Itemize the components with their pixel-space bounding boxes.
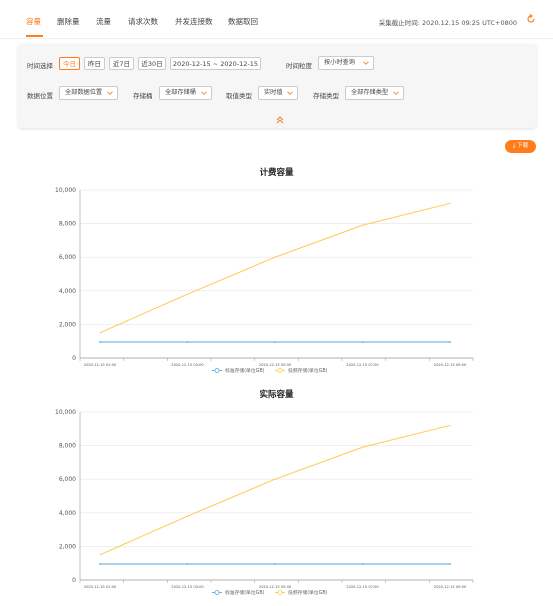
tab-traffic[interactable]: 流量 — [96, 16, 111, 27]
x-tick-label: 2020-12-15 05:00 — [259, 585, 292, 589]
standard-storage-point — [361, 563, 364, 565]
standard-storage-point — [274, 341, 276, 343]
bucket-select[interactable]: 全部存储桶 — [159, 86, 212, 100]
billing-capacity-chart: 0 2,000 4,000 6,000 8,000 10,000 2020-12-15 01… — [55, 187, 474, 374]
yesterday-button[interactable]: 昨日 — [84, 57, 105, 70]
today-button[interactable]: 今日 — [59, 57, 80, 70]
collapse-up-icon[interactable] — [275, 115, 285, 125]
granularity-label: 时间粒度 — [286, 62, 312, 70]
location-value: 全部数据位置 — [65, 89, 103, 96]
standard-storage-point — [99, 341, 101, 343]
time-select-label: 时间选择 — [27, 62, 53, 70]
y-tick-label: 4,000 — [59, 510, 76, 517]
y-tick-label: 8,000 — [59, 443, 76, 450]
standard-storage-legend-label: 标准存储(单位GB) — [225, 367, 265, 374]
x-tick-label: 2020-12-15 01:00 — [84, 585, 117, 589]
chevron-down-icon — [201, 91, 207, 95]
tab-bar: 容量 删除量 流量 请求次数 并发连接数 数据取回 采集截止时间: 2020.1… — [0, 0, 553, 39]
granularity-select[interactable]: 按小时查询 — [318, 56, 374, 70]
bucket-value: 全部存储桶 — [165, 89, 196, 96]
low-frequency-storage-point — [187, 515, 188, 517]
tab-requests[interactable]: 请求次数 — [128, 16, 158, 27]
storage-type-value: 全部存储类型 — [351, 89, 389, 96]
bucket-label: 存储桶 — [133, 92, 153, 100]
x-tick-label: 2020-12-15 03:00 — [171, 585, 204, 589]
x-tick-label: 2020-12-15 09:00 — [434, 585, 467, 589]
storage-type-select[interactable]: 全部存储类型 — [345, 86, 404, 100]
low-frequency-storage-point — [99, 554, 101, 556]
location-select[interactable]: 全部数据位置 — [59, 86, 118, 100]
chevron-down-icon — [393, 91, 399, 95]
low-frequency-storage-point — [449, 424, 451, 426]
x-tick-label: 2020-12-15 05:00 — [259, 363, 292, 367]
y-tick-label: 0 — [72, 355, 76, 362]
y-tick-label: 2,000 — [59, 321, 76, 328]
low-frequency-storage-point — [274, 256, 276, 258]
low-frequency-storage-point — [449, 202, 451, 204]
collection-deadline: 采集截止时间: 2020.12.15 09:25 UTC+0800 — [378, 19, 517, 27]
y-tick-label: 6,000 — [59, 254, 76, 261]
tab-retrieval[interactable]: 数据取回 — [228, 16, 258, 27]
chevron-down-icon — [107, 91, 113, 95]
tab-capacity[interactable]: 容量 — [26, 16, 41, 27]
low-frequency-storage-point — [274, 478, 276, 480]
standard-storage-point — [449, 341, 451, 343]
date-range-picker[interactable]: 2020-12-15 ~ 2020-12-15 — [170, 57, 261, 70]
value-type-select[interactable]: 实时值 — [258, 86, 298, 100]
standard-storage-legend-label: 标准存储(单位GB) — [225, 589, 265, 596]
actual-capacity-chart: 0 2,000 4,000 6,000 8,000 10,000 2020-12-15 01… — [55, 409, 474, 596]
low-frequency-storage-legend-marker — [277, 368, 283, 373]
x-tick-label: 2020-12-15 01:00 — [84, 363, 117, 367]
standard-storage-point — [186, 563, 189, 565]
low-frequency-storage-point — [99, 332, 101, 334]
low-frequency-storage-legend-label: 低频存储(单位GB) — [288, 589, 328, 596]
y-tick-label: 8,000 — [59, 221, 76, 228]
chevron-down-icon — [363, 61, 369, 65]
last-30-days-button[interactable]: 近30日 — [138, 57, 166, 70]
low-frequency-storage-legend-label: 低频存储(单位GB) — [288, 367, 328, 374]
download-label: 下载 — [517, 143, 529, 149]
refresh-icon[interactable] — [526, 14, 536, 24]
tab-concurrent[interactable]: 并发连接数 — [175, 16, 213, 27]
download-button[interactable]: ⤓ 下载 — [505, 140, 536, 153]
active-tab-indicator — [26, 35, 43, 37]
low-frequency-storage-point — [362, 446, 363, 448]
x-tick-label: 2020-12-15 09:00 — [434, 363, 467, 367]
y-tick-label: 0 — [72, 577, 76, 584]
last-7-days-button[interactable]: 近7日 — [109, 57, 134, 70]
low-frequency-storage-series-line — [99, 202, 451, 334]
standard-storage-point — [99, 563, 101, 565]
standard-storage-legend-marker — [214, 590, 220, 595]
chart-title-billing-capacity: 计费容量 — [259, 168, 294, 178]
storage-type-label: 存储类型 — [313, 92, 339, 100]
x-tick-label: 2020-12-15 03:00 — [171, 363, 204, 367]
y-tick-label: 10,000 — [55, 187, 76, 194]
location-label: 数据位置 — [27, 92, 53, 100]
low-frequency-storage-series-line — [99, 424, 451, 556]
standard-storage-point — [449, 563, 451, 565]
standard-storage-legend-marker — [214, 368, 220, 373]
low-frequency-storage-point — [362, 224, 363, 226]
standard-storage-point — [274, 563, 276, 565]
y-tick-label: 6,000 — [59, 476, 76, 483]
granularity-value: 按小时查询 — [324, 59, 355, 66]
low-frequency-storage-legend-marker — [277, 590, 283, 595]
value-type-label: 取值类型 — [226, 92, 252, 100]
y-tick-label: 10,000 — [55, 409, 76, 416]
value-type-value: 实时值 — [264, 89, 283, 96]
x-tick-label: 2020-12-15 07:00 — [346, 585, 379, 589]
standard-storage-point — [361, 341, 364, 343]
x-tick-label: 2020-12-15 07:00 — [346, 363, 379, 367]
chart-title-actual-capacity: 实际容量 — [259, 390, 294, 400]
y-tick-label: 2,000 — [59, 543, 76, 550]
chevron-down-icon — [287, 91, 293, 95]
y-tick-label: 4,000 — [59, 288, 76, 295]
standard-storage-point — [186, 341, 189, 343]
tab-deletion[interactable]: 删除量 — [57, 16, 80, 27]
low-frequency-storage-point — [187, 293, 188, 295]
